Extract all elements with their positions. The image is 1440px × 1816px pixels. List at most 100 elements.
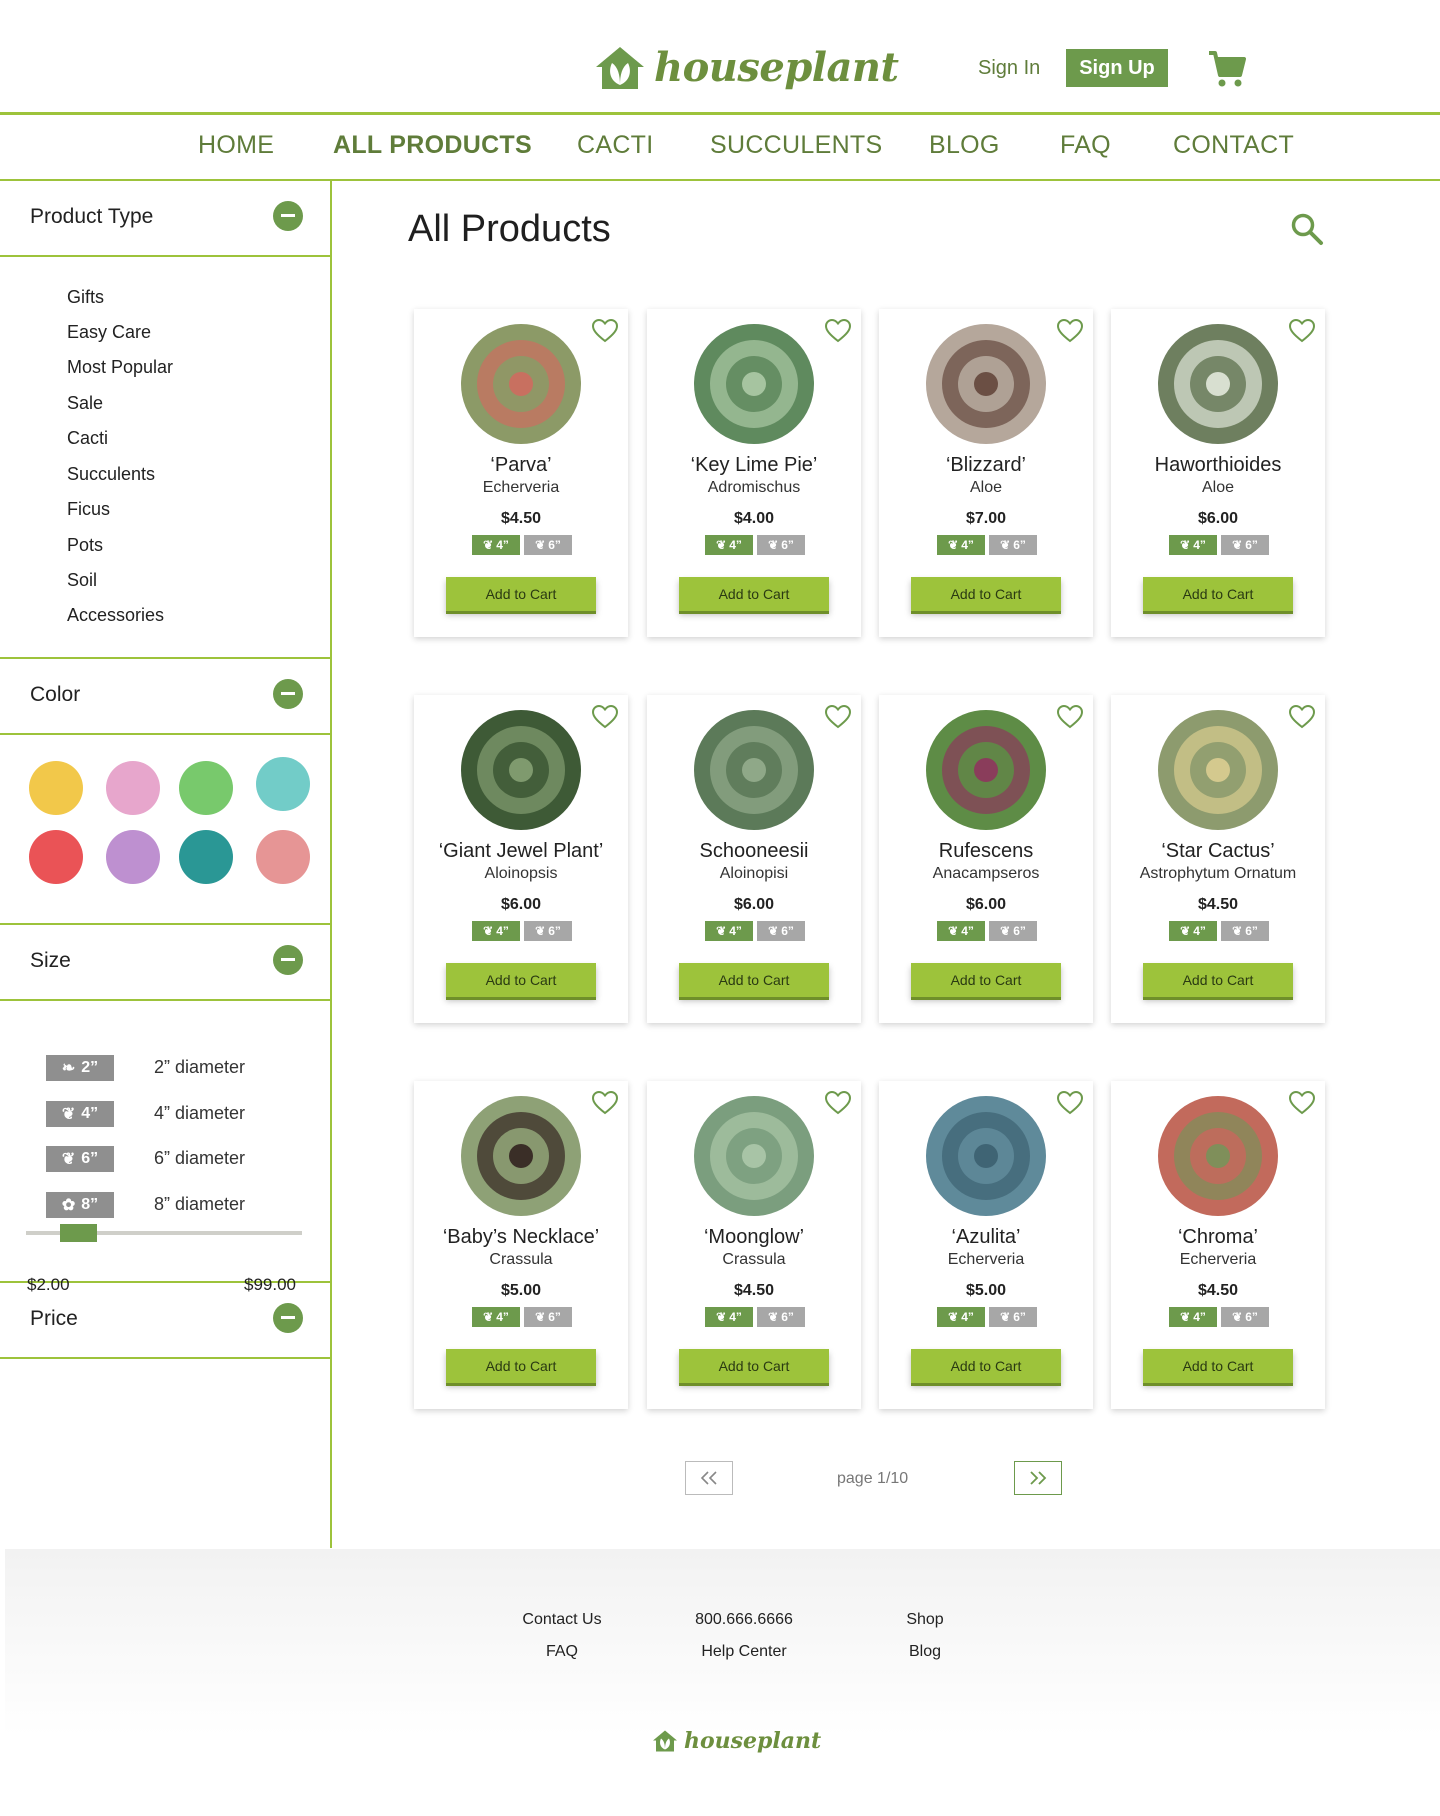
product-name[interactable]: ‘Azulita’ — [879, 1226, 1093, 1249]
nav-all-products[interactable]: ALL PRODUCTS — [333, 131, 532, 160]
product-card[interactable]: ‘Star Cactus’ Astrophytum Ornatum $4.50 ❦ 4”… — [1111, 695, 1325, 1023]
size-option-6[interactable]: ❦ 6” 6” diameter — [46, 1146, 245, 1172]
size-header[interactable]: Size — [0, 925, 330, 1001]
size-badge-2[interactable]: ❧ 2” — [46, 1055, 114, 1081]
nav-faq[interactable]: FAQ — [1060, 131, 1111, 160]
footer-contact-us[interactable]: Contact Us — [502, 1611, 622, 1629]
size-option-6[interactable]: ❦ 6” — [757, 921, 805, 941]
type-ficus[interactable]: Ficus — [67, 499, 110, 520]
product-image[interactable] — [687, 703, 821, 837]
size-option-4[interactable]: ❦ 4” — [1169, 921, 1217, 941]
price-slider-handle[interactable] — [60, 1224, 97, 1242]
size-option-4[interactable]: ❦ 4” — [472, 921, 520, 941]
add-to-cart-button[interactable]: Add to Cart — [446, 577, 596, 611]
product-image[interactable] — [454, 317, 588, 451]
product-card[interactable]: ‘Parva’ Echerveria $4.50 ❦ 4” ❦ 6” Add to Cart — [414, 309, 628, 637]
product-name[interactable]: Schooneesii — [647, 840, 861, 863]
prev-page-button[interactable] — [685, 1461, 733, 1495]
size-option-6[interactable]: ❦ 6” — [989, 535, 1037, 555]
type-pots[interactable]: Pots — [67, 535, 103, 556]
product-name[interactable]: Haworthioides — [1111, 454, 1325, 477]
product-card[interactable]: Rufescens Anacampseros $6.00 ❦ 4” ❦ 6” Add to C… — [879, 695, 1093, 1023]
product-image[interactable] — [687, 317, 821, 451]
type-sale[interactable]: Sale — [67, 393, 103, 414]
product-card[interactable]: Schooneesii Aloinopisi $6.00 ❦ 4” ❦ 6” Add to C… — [647, 695, 861, 1023]
nav-contact[interactable]: CONTACT — [1173, 131, 1294, 160]
nav-succulents[interactable]: SUCCULENTS — [710, 131, 882, 160]
size-badge-8[interactable]: ✿ 8” — [46, 1192, 114, 1218]
size-option-4[interactable]: ❦ 4” — [472, 1307, 520, 1327]
heart-icon[interactable] — [592, 705, 618, 729]
size-option-4[interactable]: ❦ 4” — [937, 535, 985, 555]
color-header[interactable]: Color — [0, 659, 330, 735]
product-image[interactable] — [454, 703, 588, 837]
footer-logo[interactable]: houseplant — [652, 1728, 821, 1754]
product-card[interactable]: ‘Chroma’ Echerveria $4.50 ❦ 4” ❦ 6” Add to Cart — [1111, 1081, 1325, 1409]
sign-up-button[interactable]: Sign Up — [1066, 49, 1168, 87]
add-to-cart-button[interactable]: Add to Cart — [1143, 1349, 1293, 1383]
heart-icon[interactable] — [592, 1091, 618, 1115]
product-card[interactable]: ‘Key Lime Pie’ Adromischus $4.00 ❦ 4” ❦ 6” Add … — [647, 309, 861, 637]
type-easy-care[interactable]: Easy Care — [67, 322, 151, 343]
color-swatch-red[interactable] — [29, 830, 83, 884]
type-succulents[interactable]: Succulents — [67, 464, 155, 485]
color-swatch-salmon[interactable] — [256, 830, 310, 884]
size-option-6[interactable]: ❦ 6” — [989, 1307, 1037, 1327]
product-name[interactable]: ‘Moonglow’ — [647, 1226, 861, 1249]
heart-icon[interactable] — [825, 705, 851, 729]
product-image[interactable] — [1151, 317, 1285, 451]
add-to-cart-button[interactable]: Add to Cart — [911, 1349, 1061, 1383]
size-option-6[interactable]: ❦ 6” — [757, 535, 805, 555]
add-to-cart-button[interactable]: Add to Cart — [1143, 577, 1293, 611]
heart-icon[interactable] — [1289, 705, 1315, 729]
product-name[interactable]: Rufescens — [879, 840, 1093, 863]
product-name[interactable]: ‘Star Cactus’ — [1111, 840, 1325, 863]
product-card[interactable]: ‘Giant Jewel Plant’ Aloinopsis $6.00 ❦ 4” ❦ 6”… — [414, 695, 628, 1023]
size-option-6[interactable]: ❦ 6” — [757, 1307, 805, 1327]
color-swatch-pink[interactable] — [106, 761, 160, 815]
product-name[interactable]: ‘Giant Jewel Plant’ — [414, 840, 628, 863]
heart-icon[interactable] — [825, 319, 851, 343]
size-option-6[interactable]: ❦ 6” — [1221, 535, 1269, 555]
footer-shop[interactable]: Shop — [865, 1611, 985, 1629]
product-card[interactable]: ‘Azulita’ Echerveria $5.00 ❦ 4” ❦ 6” Add to Car… — [879, 1081, 1093, 1409]
size-option-4[interactable]: ❦ 4” — [705, 1307, 753, 1327]
product-name[interactable]: ‘Key Lime Pie’ — [647, 454, 861, 477]
product-card[interactable]: ‘Blizzard’ Aloe $7.00 ❦ 4” ❦ 6” Add to Cart — [879, 309, 1093, 637]
add-to-cart-button[interactable]: Add to Cart — [911, 963, 1061, 997]
heart-icon[interactable] — [1289, 1091, 1315, 1115]
color-swatch-green[interactable] — [179, 761, 233, 815]
size-badge-6[interactable]: ❦ 6” — [46, 1146, 114, 1172]
type-most-popular[interactable]: Most Popular — [67, 357, 173, 378]
type-soil[interactable]: Soil — [67, 570, 97, 591]
product-card[interactable]: ‘Baby’s Necklace’ Crassula $5.00 ❦ 4” ❦ 6” Add … — [414, 1081, 628, 1409]
add-to-cart-button[interactable]: Add to Cart — [679, 963, 829, 997]
type-gifts[interactable]: Gifts — [67, 287, 104, 308]
size-option-4[interactable]: ❦ 4” — [705, 535, 753, 555]
size-option-6[interactable]: ❦ 6” — [989, 921, 1037, 941]
product-card[interactable]: Haworthioides Aloe $6.00 ❦ 4” ❦ 6” Add to Cart — [1111, 309, 1325, 637]
heart-icon[interactable] — [825, 1091, 851, 1115]
size-option-4[interactable]: ❦ 4” — [1169, 1307, 1217, 1327]
size-option-6[interactable]: ❦ 6” — [524, 921, 572, 941]
heart-icon[interactable] — [1057, 705, 1083, 729]
collapse-icon[interactable] — [273, 679, 303, 709]
nav-blog[interactable]: BLOG — [929, 131, 1000, 160]
product-image[interactable] — [919, 1089, 1053, 1223]
collapse-icon[interactable] — [273, 201, 303, 231]
add-to-cart-button[interactable]: Add to Cart — [911, 577, 1061, 611]
size-option-4[interactable]: ❦ 4” — [1169, 535, 1217, 555]
product-image[interactable] — [919, 317, 1053, 451]
color-swatch-dark-teal[interactable] — [179, 830, 233, 884]
footer-help-center[interactable]: Help Center — [684, 1643, 804, 1661]
size-option-4[interactable]: ❦ 4” — [472, 535, 520, 555]
heart-icon[interactable] — [592, 319, 618, 343]
nav-home[interactable]: HOME — [198, 131, 274, 160]
heart-icon[interactable] — [1057, 1091, 1083, 1115]
size-option-6[interactable]: ❦ 6” — [524, 1307, 572, 1327]
product-name[interactable]: ‘Blizzard’ — [879, 454, 1093, 477]
product-name[interactable]: ‘Chroma’ — [1111, 1226, 1325, 1249]
search-icon[interactable] — [1290, 212, 1324, 246]
size-option-6[interactable]: ❦ 6” — [1221, 1307, 1269, 1327]
footer-faq[interactable]: FAQ — [502, 1643, 622, 1661]
